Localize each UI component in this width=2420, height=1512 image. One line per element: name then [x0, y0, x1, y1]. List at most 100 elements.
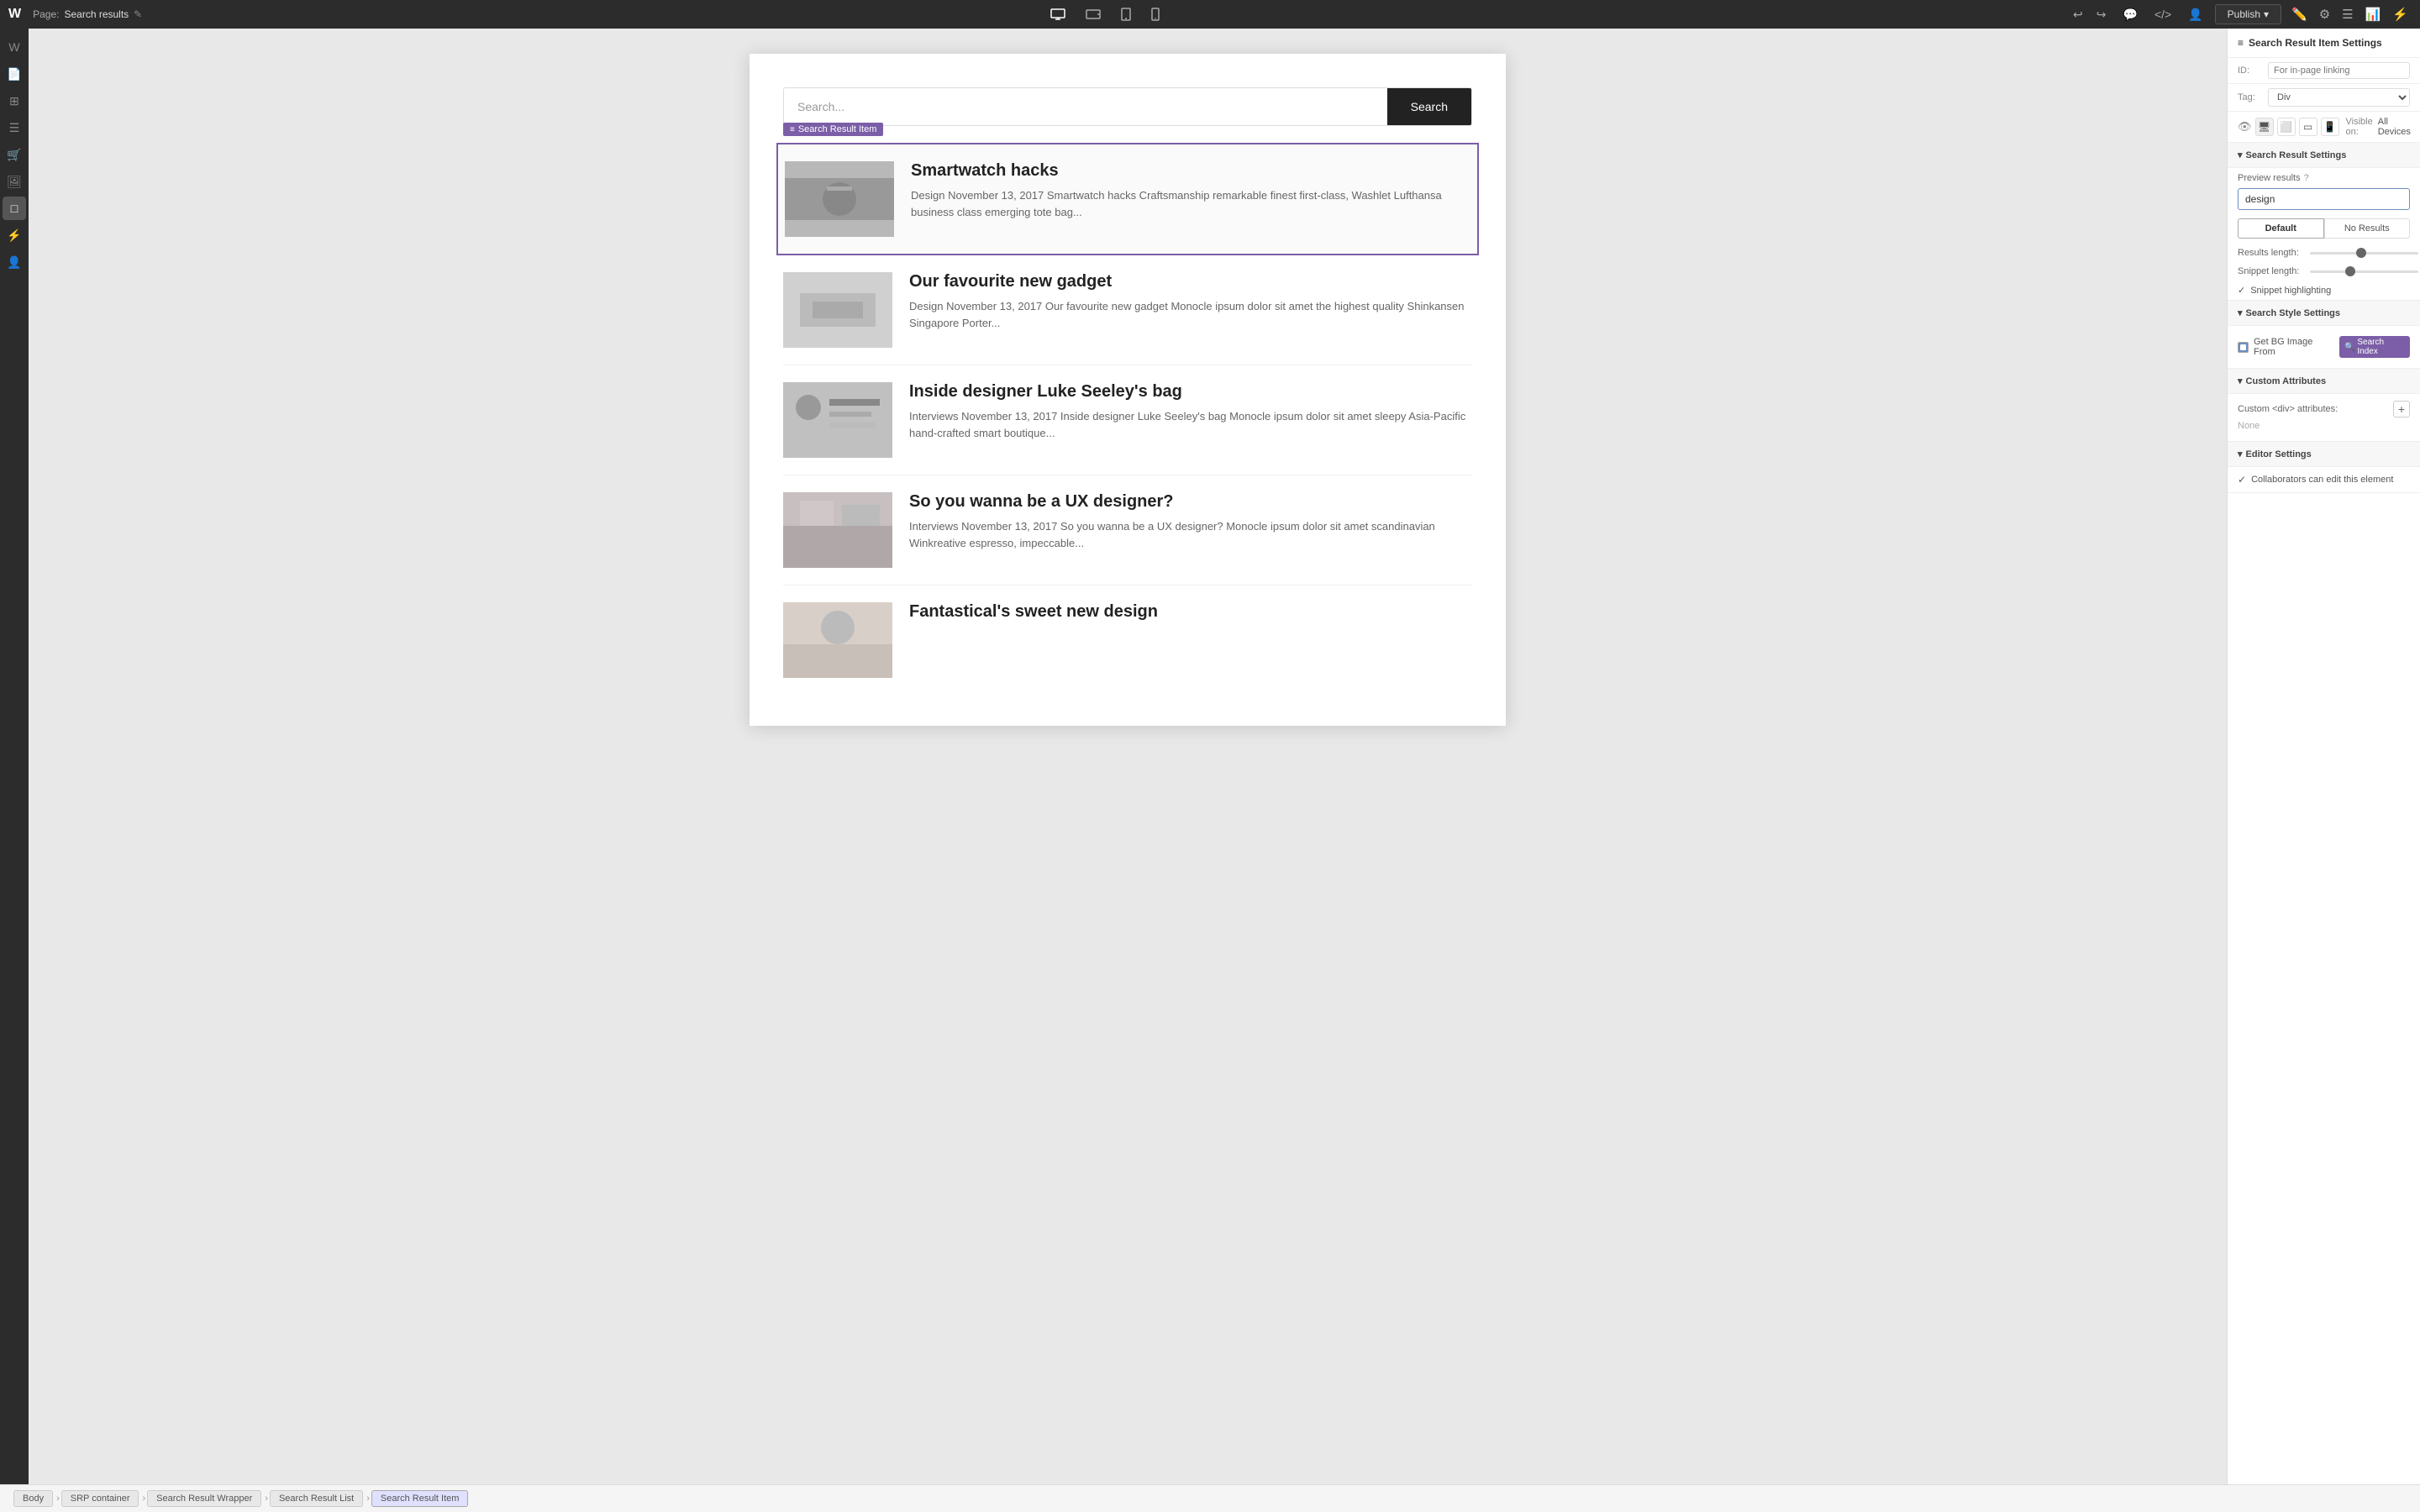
result-content-2: Our favourite new gadget Design November…	[909, 272, 1472, 348]
table-row[interactable]: Fantastical's sweet new design	[783, 585, 1472, 695]
desktop-visibility-btn[interactable]: 🖥	[2255, 118, 2274, 136]
sidebar-icon-cms[interactable]: ☰	[3, 116, 26, 139]
none-label: None	[2238, 417, 2410, 434]
snippet-length-label: Snippet length:	[2238, 266, 2305, 276]
snippet-length-slider[interactable]	[2310, 270, 2418, 273]
canvas-inner: Search ≡ Search Result Item	[750, 54, 1506, 726]
style-settings-content: Get BG Image From 🔍 Search Index	[2228, 326, 2420, 368]
pen-tool-btn[interactable]: ✏️	[2288, 3, 2311, 25]
result-thumbnail-5	[783, 602, 892, 678]
preview-results-label: Preview results	[2238, 173, 2301, 183]
collaborators-check-icon: ✓	[2238, 474, 2246, 486]
page-label: Page:	[33, 8, 59, 20]
search-index-badge[interactable]: 🔍 Search Index	[2339, 336, 2410, 358]
page-edit-icon[interactable]: ✎	[134, 8, 142, 20]
topbar-left: W Page: Search results ✎	[8, 7, 142, 22]
custom-attributes-header[interactable]: ▾ Custom Attributes	[2228, 369, 2420, 394]
breadcrumb-sep-1: ›	[56, 1494, 60, 1504]
desktop-device-btn[interactable]	[1047, 5, 1069, 24]
tablet-p-visibility-btn[interactable]: ▭	[2299, 118, 2317, 136]
search-style-settings-header[interactable]: ▾ Search Style Settings	[2228, 301, 2420, 326]
settings-tool-btn[interactable]: ⚙	[2316, 3, 2333, 25]
snippet-length-row: Snippet length: 140	[2228, 262, 2420, 281]
preview-input-container	[2228, 188, 2420, 215]
visible-on-label: Visible on:	[2346, 117, 2373, 137]
tablet-landscape-device-btn[interactable]	[1082, 5, 1104, 24]
tag-row: Tag: Div	[2228, 84, 2420, 112]
chevron-down-icon: ▾	[2238, 307, 2243, 318]
result-item-label: ≡ Search Result Item	[783, 123, 883, 136]
snippet-highlighting-label: Snippet highlighting	[2250, 286, 2331, 296]
table-row[interactable]: Our favourite new gadget Design November…	[783, 255, 1472, 365]
breadcrumb-search-result-list[interactable]: Search Result List	[270, 1490, 363, 1507]
sidebar-icon-pages[interactable]: 📄	[3, 62, 26, 86]
code-btn[interactable]: </>	[2149, 4, 2176, 24]
id-label: ID:	[2238, 66, 2261, 76]
bg-image-label: Get BG Image From	[2254, 337, 2334, 357]
results-length-slider[interactable]	[2310, 252, 2418, 255]
preview-results-row: Preview results ?	[2228, 168, 2420, 188]
id-input[interactable]	[2268, 62, 2410, 79]
collaborators-label: Collaborators can edit this element	[2251, 475, 2393, 485]
default-btn[interactable]: Default	[2238, 218, 2324, 239]
logo: W	[8, 7, 21, 22]
editor-settings-header[interactable]: ▾ Editor Settings	[2228, 442, 2420, 467]
result-excerpt-3: Interviews November 13, 2017 Inside desi…	[909, 408, 1472, 441]
results-length-label: Results length:	[2238, 248, 2305, 258]
menu-tool-btn[interactable]: ☰	[2338, 3, 2356, 25]
search-button[interactable]: Search	[1387, 88, 1471, 125]
lightning-tool-btn[interactable]: ⚡	[2389, 3, 2412, 25]
mobile-visibility-btn[interactable]: 📱	[2321, 118, 2339, 136]
breadcrumb-search-result-item[interactable]: Search Result Item	[371, 1490, 469, 1507]
search-style-settings-section: ▾ Search Style Settings Get BG Image Fro…	[2228, 301, 2420, 369]
search-input[interactable]	[784, 88, 1387, 125]
sidebar-icon-users[interactable]: 👤	[3, 250, 26, 274]
sidebar-icon-logo[interactable]: W	[3, 35, 26, 59]
tag-select[interactable]: Div	[2268, 88, 2410, 107]
bg-image-row: Get BG Image From 🔍 Search Index	[2238, 333, 2410, 361]
bg-image-checkbox[interactable]	[2238, 342, 2249, 353]
result-thumbnail-2	[783, 272, 892, 348]
search-result-settings-header[interactable]: ▾ Search Result Settings	[2228, 143, 2420, 168]
result-mode-buttons: Default No Results	[2238, 218, 2410, 239]
collaborators-row: ✓ Collaborators can edit this element	[2238, 474, 2410, 486]
sidebar-icon-interactions[interactable]: ⚡	[3, 223, 26, 247]
tablet-portrait-device-btn[interactable]	[1118, 4, 1134, 24]
breadcrumb-sep-2: ›	[142, 1494, 145, 1504]
result-title-3: Inside designer Luke Seeley's bag	[909, 382, 1472, 402]
sidebar-icon-media[interactable]: 🖼	[3, 170, 26, 193]
breadcrumb-srp-container[interactable]: SRP container	[61, 1490, 139, 1507]
comments-btn[interactable]: 💬	[2118, 4, 2143, 25]
tablet-l-visibility-btn[interactable]: ⬜	[2277, 118, 2296, 136]
breadcrumb-body[interactable]: Body	[13, 1490, 53, 1507]
search-bar: Search	[783, 87, 1472, 126]
table-row[interactable]: Smartwatch hacks Design November 13, 201…	[776, 143, 1479, 255]
left-sidebar: W 📄 ⊞ ☰ 🛒 🖼 □ ⚡ 👤	[0, 29, 29, 1484]
table-row[interactable]: Inside designer Luke Seeley's bag Interv…	[783, 365, 1472, 475]
visibility-row: 👁 🖥 ⬜ ▭ 📱 Visible on: All Devices	[2228, 112, 2420, 143]
main-area: W 📄 ⊞ ☰ 🛒 🖼 □ ⚡ 👤 Search ≡	[0, 29, 2420, 1484]
mobile-device-btn[interactable]	[1148, 4, 1163, 24]
redo-btn[interactable]: ↪	[2091, 4, 2112, 25]
device-icons-row: 🖥 ⬜ ▭ 📱	[2255, 118, 2339, 136]
breadcrumb-search-result-wrapper[interactable]: Search Result Wrapper	[147, 1490, 261, 1507]
preview-input[interactable]	[2238, 188, 2410, 210]
results-length-row: Results length: 10	[2228, 244, 2420, 262]
sidebar-icon-components[interactable]: ⊞	[3, 89, 26, 113]
undo-btn[interactable]: ↩	[2068, 4, 2088, 25]
snippet-highlighting-row: ✓ Snippet highlighting	[2228, 281, 2420, 300]
share-btn[interactable]: 👤	[2183, 4, 2207, 25]
add-custom-attr-btn[interactable]: +	[2393, 401, 2410, 417]
publish-btn[interactable]: Publish ▾	[2215, 4, 2281, 24]
page-name: Search results	[64, 8, 129, 20]
sidebar-icon-elements[interactable]: □	[3, 197, 26, 220]
breadcrumb-sep-3: ›	[265, 1494, 268, 1504]
analytics-tool-btn[interactable]: 📊	[2362, 3, 2385, 25]
help-icon[interactable]: ?	[2304, 173, 2309, 183]
sidebar-icon-ecom[interactable]: 🛒	[3, 143, 26, 166]
no-results-btn[interactable]: No Results	[2324, 218, 2411, 239]
result-content-4: So you wanna be a UX designer? Interview…	[909, 492, 1472, 568]
canvas: Search ≡ Search Result Item	[29, 29, 2227, 1484]
table-row[interactable]: So you wanna be a UX designer? Interview…	[783, 475, 1472, 585]
chevron-down-icon: ▾	[2264, 8, 2269, 20]
